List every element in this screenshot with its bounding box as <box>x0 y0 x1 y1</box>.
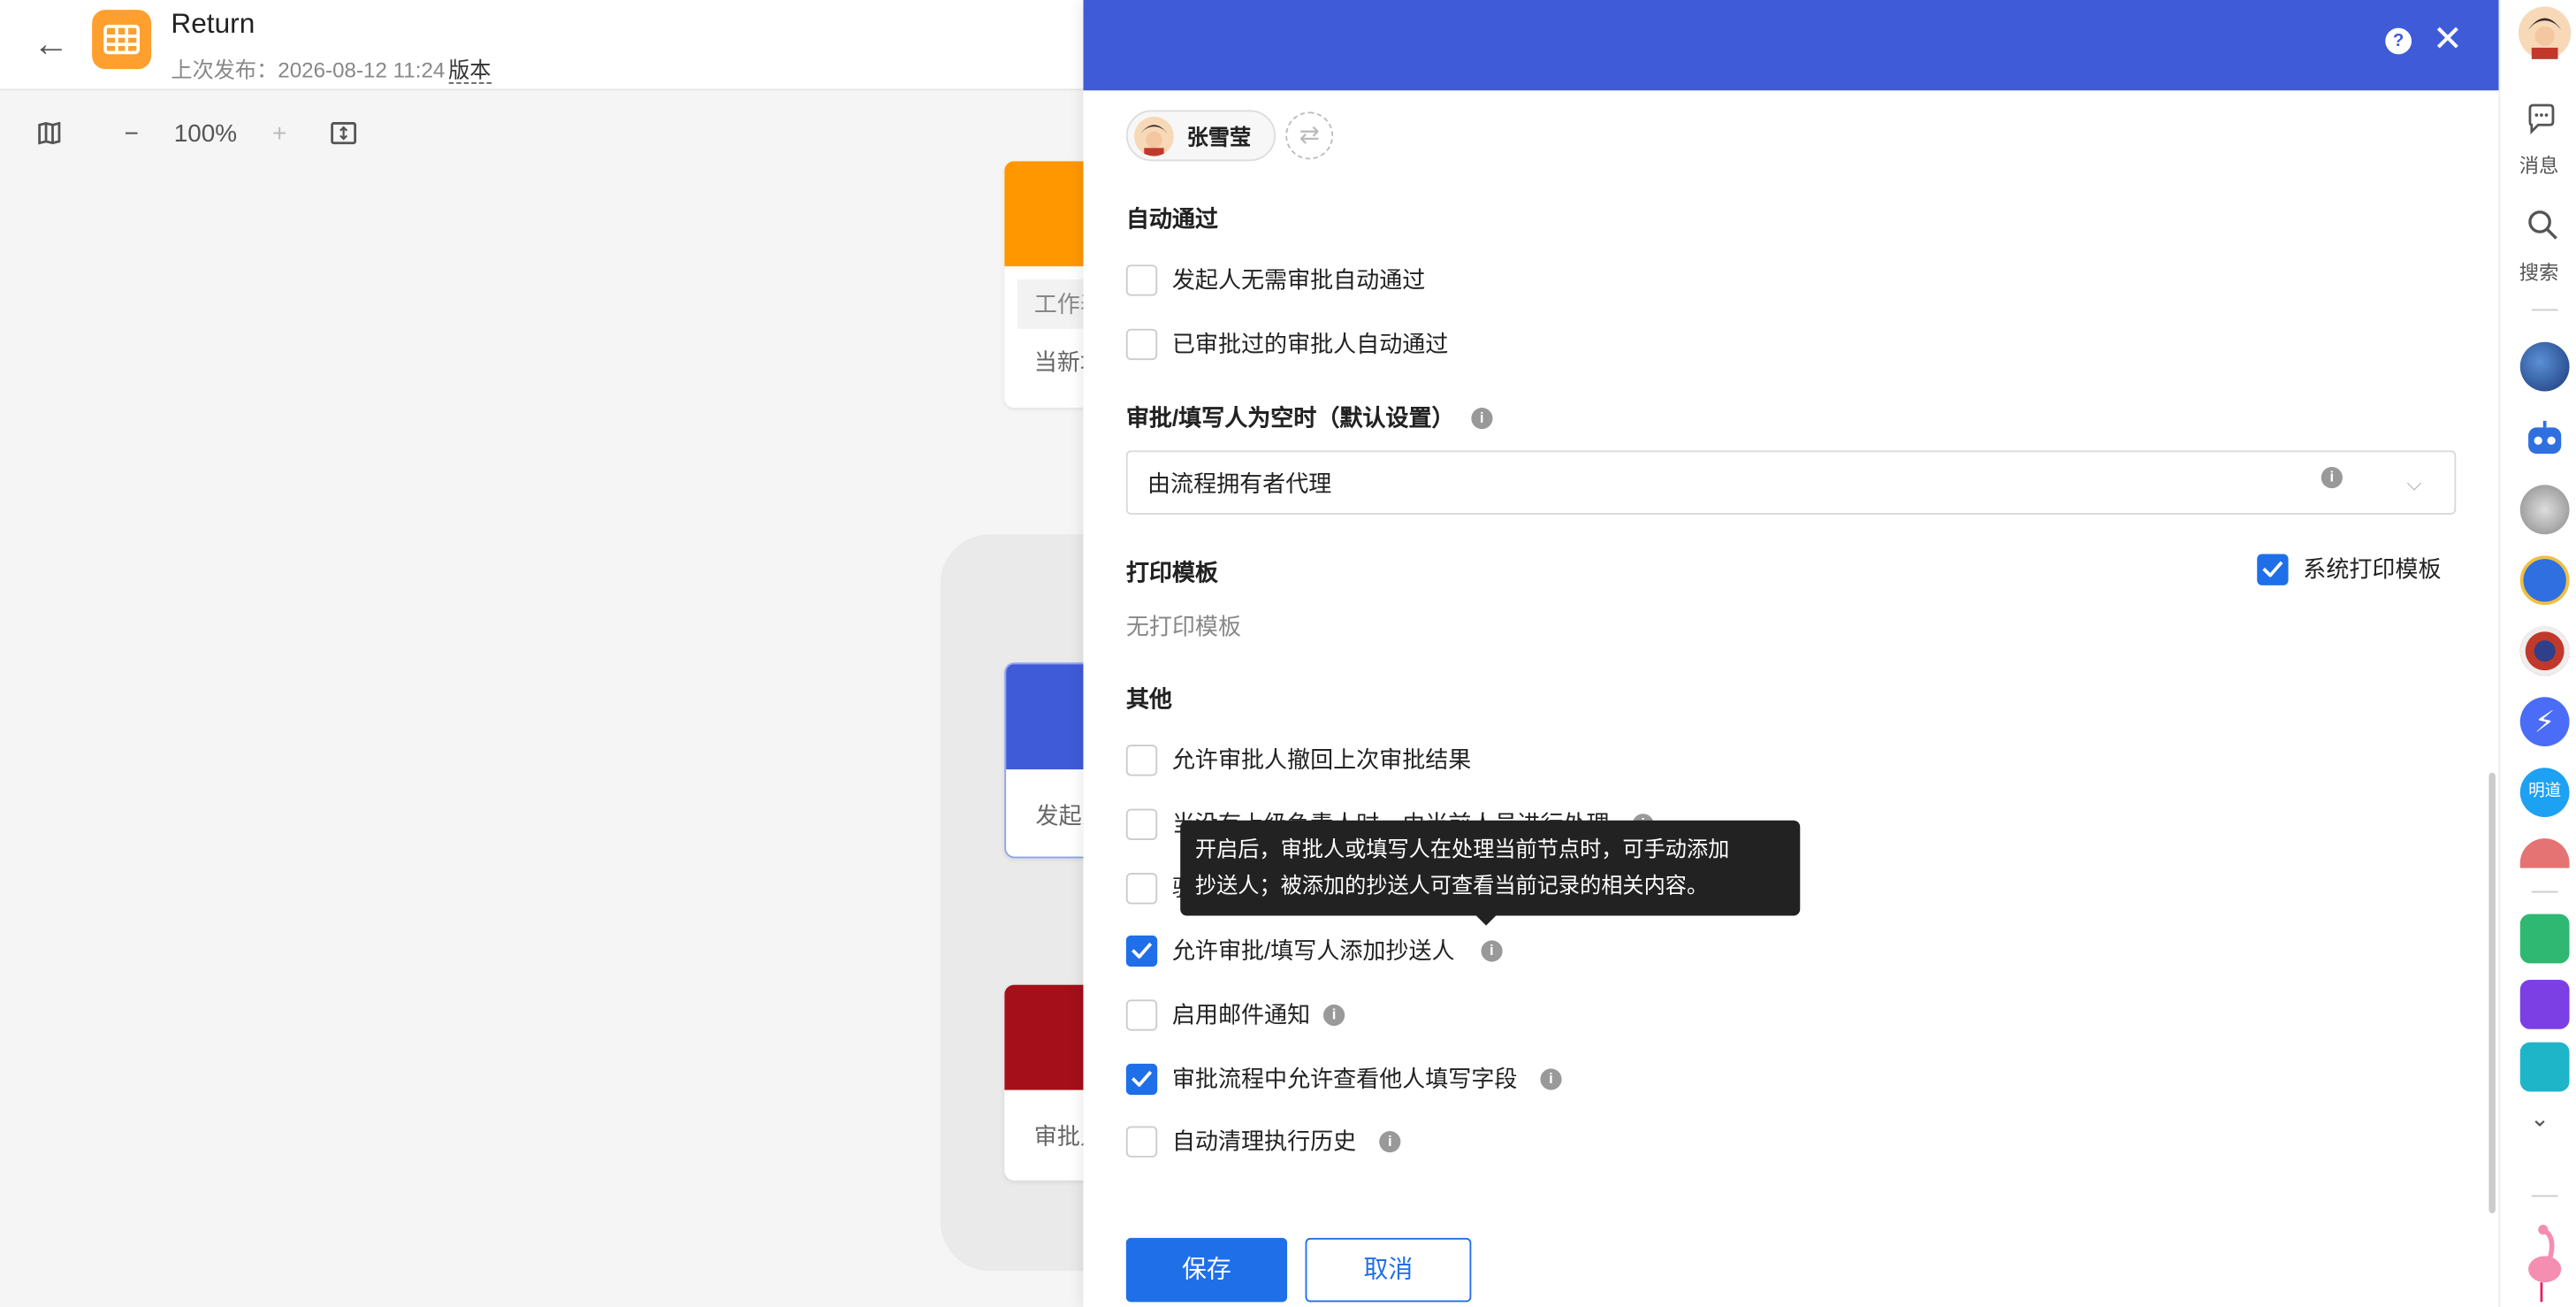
character-icon[interactable] <box>2519 555 2570 606</box>
divider <box>2531 309 2558 311</box>
chevron-down-icon[interactable]: ⌄ <box>2525 1104 2554 1134</box>
option-label: 允许审批人撤回上次审批结果 <box>1171 746 1472 773</box>
other-option[interactable]: 允许审批人撤回上次审批结果 <box>1125 743 1472 776</box>
table-app-icon <box>92 10 152 70</box>
globe-icon[interactable] <box>2519 341 2570 392</box>
option-label: 允许审批/填写人添加抄送人 <box>1171 936 1455 964</box>
empty-approver-select[interactable]: 由流程拥有者代理 i ⌵ <box>1125 450 2457 515</box>
save-button[interactable]: 保存 <box>1125 1237 1288 1303</box>
option-label: 已审批过的审批人自动通过 <box>1171 330 1449 357</box>
approver-chip[interactable]: 张雪莹 <box>1125 110 1277 162</box>
chevron-down-icon: ⌵ <box>2406 471 2422 495</box>
tooltip-line: 抄送人；被添加的抄送人可查看当前记录的相关内容。 <box>1194 873 1709 898</box>
system-print-template-option[interactable]: 系统打印模板 <box>2257 553 2442 585</box>
handshake-icon[interactable] <box>2519 1042 2570 1092</box>
info-icon[interactable]: i <box>2321 466 2343 489</box>
other-option[interactable]: 自动清理执行历史 i <box>1125 1125 1401 1158</box>
close-icon[interactable]: ✕ <box>2431 19 2464 59</box>
checkbox[interactable] <box>1125 1062 1158 1095</box>
info-tooltip: 开启后，审批人或填写人在处理当前节点时，可手动添加 抄送人；被添加的抄送人可查看… <box>1180 820 1801 926</box>
section-label: 审批/填写人为空时（默认设置） <box>1125 404 1455 432</box>
option-label: 系统打印模板 <box>2303 555 2442 583</box>
zoom-out-button[interactable]: − <box>115 115 148 151</box>
checkbox[interactable] <box>1125 264 1158 295</box>
messages-label[interactable]: 消息 <box>2500 151 2576 180</box>
checkbox[interactable] <box>1125 998 1158 1030</box>
checkbox[interactable] <box>1125 872 1158 904</box>
approver-name: 张雪莹 <box>1186 125 1252 150</box>
divider <box>2531 1195 2558 1197</box>
option-label: 自动清理执行历史 <box>1171 1127 1357 1155</box>
search-icon[interactable] <box>2526 209 2559 241</box>
bolt-icon[interactable]: ⚡ <box>2519 697 2570 747</box>
no-print-template-text: 无打印模板 <box>1125 613 1241 640</box>
checkbox[interactable] <box>2257 553 2289 585</box>
robot-icon[interactable] <box>2519 414 2570 464</box>
other-title: 其他 <box>1125 685 1172 712</box>
other-option[interactable]: 启用邮件通知 i <box>1125 997 1345 1030</box>
checkbox[interactable] <box>1125 807 1158 840</box>
publish-time: 上次发布：2026-08-12 11:24 <box>171 57 446 82</box>
app-title: Return <box>171 8 255 40</box>
option-label: 审批流程中允许查看他人填写字段 <box>1171 1065 1518 1092</box>
empty-approver-title: 审批/填写人为空时（默认设置） i <box>1125 401 1493 434</box>
flamingo-icon[interactable] <box>2520 1219 2570 1303</box>
search-label[interactable]: 搜索 <box>2500 258 2576 287</box>
map-icon[interactable] <box>33 115 65 151</box>
tooltip-line: 开启后，审批人或填写人在处理当前节点时，可手动添加 <box>1194 837 1730 862</box>
approval-settings-drawer: ? ✕ 张雪莹 ⇄ 自动通过 发起人无需审批自动通过 已审批过的审批人自动通过 … <box>1083 0 2499 1307</box>
openai-icon[interactable] <box>2519 980 2570 1029</box>
avatar-icon[interactable] <box>2519 838 2570 868</box>
other-option[interactable]: 审批流程中允许查看他人填写字段 i <box>1125 1062 1562 1095</box>
zoom-level: 100% <box>173 118 238 148</box>
publish-info: 上次发布：2026-08-12 11:24 版本 <box>171 52 492 84</box>
stack-icon[interactable] <box>2519 913 2570 964</box>
message-icon[interactable] <box>2525 102 2557 135</box>
info-icon[interactable]: i <box>1481 939 1503 961</box>
version-link[interactable]: 版本 <box>448 57 492 84</box>
info-icon[interactable]: i <box>1471 407 1493 429</box>
checkbox[interactable] <box>1125 744 1158 776</box>
print-template-title: 打印模板 <box>1125 559 1218 585</box>
avatar <box>1134 116 1174 156</box>
right-rail: 消息 搜索 ⚡ 明道 ⌄ <box>2498 0 2576 1307</box>
apple-icon[interactable] <box>2519 485 2570 535</box>
cancel-button[interactable]: 取消 <box>1305 1237 1472 1303</box>
auto-pass-option[interactable]: 已审批过的审批人自动通过 <box>1125 327 1449 360</box>
help-icon[interactable]: ? <box>2385 27 2412 55</box>
select-value: 由流程拥有者代理 <box>1147 470 1332 497</box>
checkbox[interactable] <box>1125 1125 1158 1157</box>
shield-icon[interactable] <box>2519 626 2570 676</box>
checkbox[interactable] <box>1125 934 1158 967</box>
checkbox[interactable] <box>1125 327 1158 360</box>
info-icon[interactable]: i <box>1540 1067 1562 1089</box>
other-option[interactable]: 允许审批/填写人添加抄送人 i <box>1125 934 1503 967</box>
mingdao-icon[interactable]: 明道 <box>2519 768 2570 817</box>
tooltip-arrow <box>1475 915 1497 926</box>
option-label: 启用邮件通知 <box>1171 1001 1311 1028</box>
drawer-header: ? ✕ <box>1083 0 2499 91</box>
scrollbar[interactable] <box>2488 772 2496 1214</box>
zoom-in-button[interactable]: + <box>263 115 296 151</box>
swap-icon[interactable]: ⇄ <box>1285 111 1334 160</box>
divider <box>2531 890 2558 893</box>
top-bar: ← Return 上次发布：2026-08-12 11:24 版本 <box>0 0 1086 91</box>
user-avatar[interactable] <box>2518 6 2572 59</box>
back-arrow-icon[interactable]: ← <box>29 23 72 65</box>
info-icon[interactable]: i <box>1379 1130 1401 1152</box>
fit-screen-icon[interactable] <box>325 115 362 151</box>
auto-pass-option[interactable]: 发起人无需审批自动通过 <box>1125 263 1426 295</box>
info-icon[interactable]: i <box>1322 1003 1345 1026</box>
option-label: 发起人无需审批自动通过 <box>1171 266 1426 293</box>
drawer-footer: 保存 取消 <box>1083 1216 2499 1307</box>
auto-pass-title: 自动通过 <box>1125 205 1218 233</box>
